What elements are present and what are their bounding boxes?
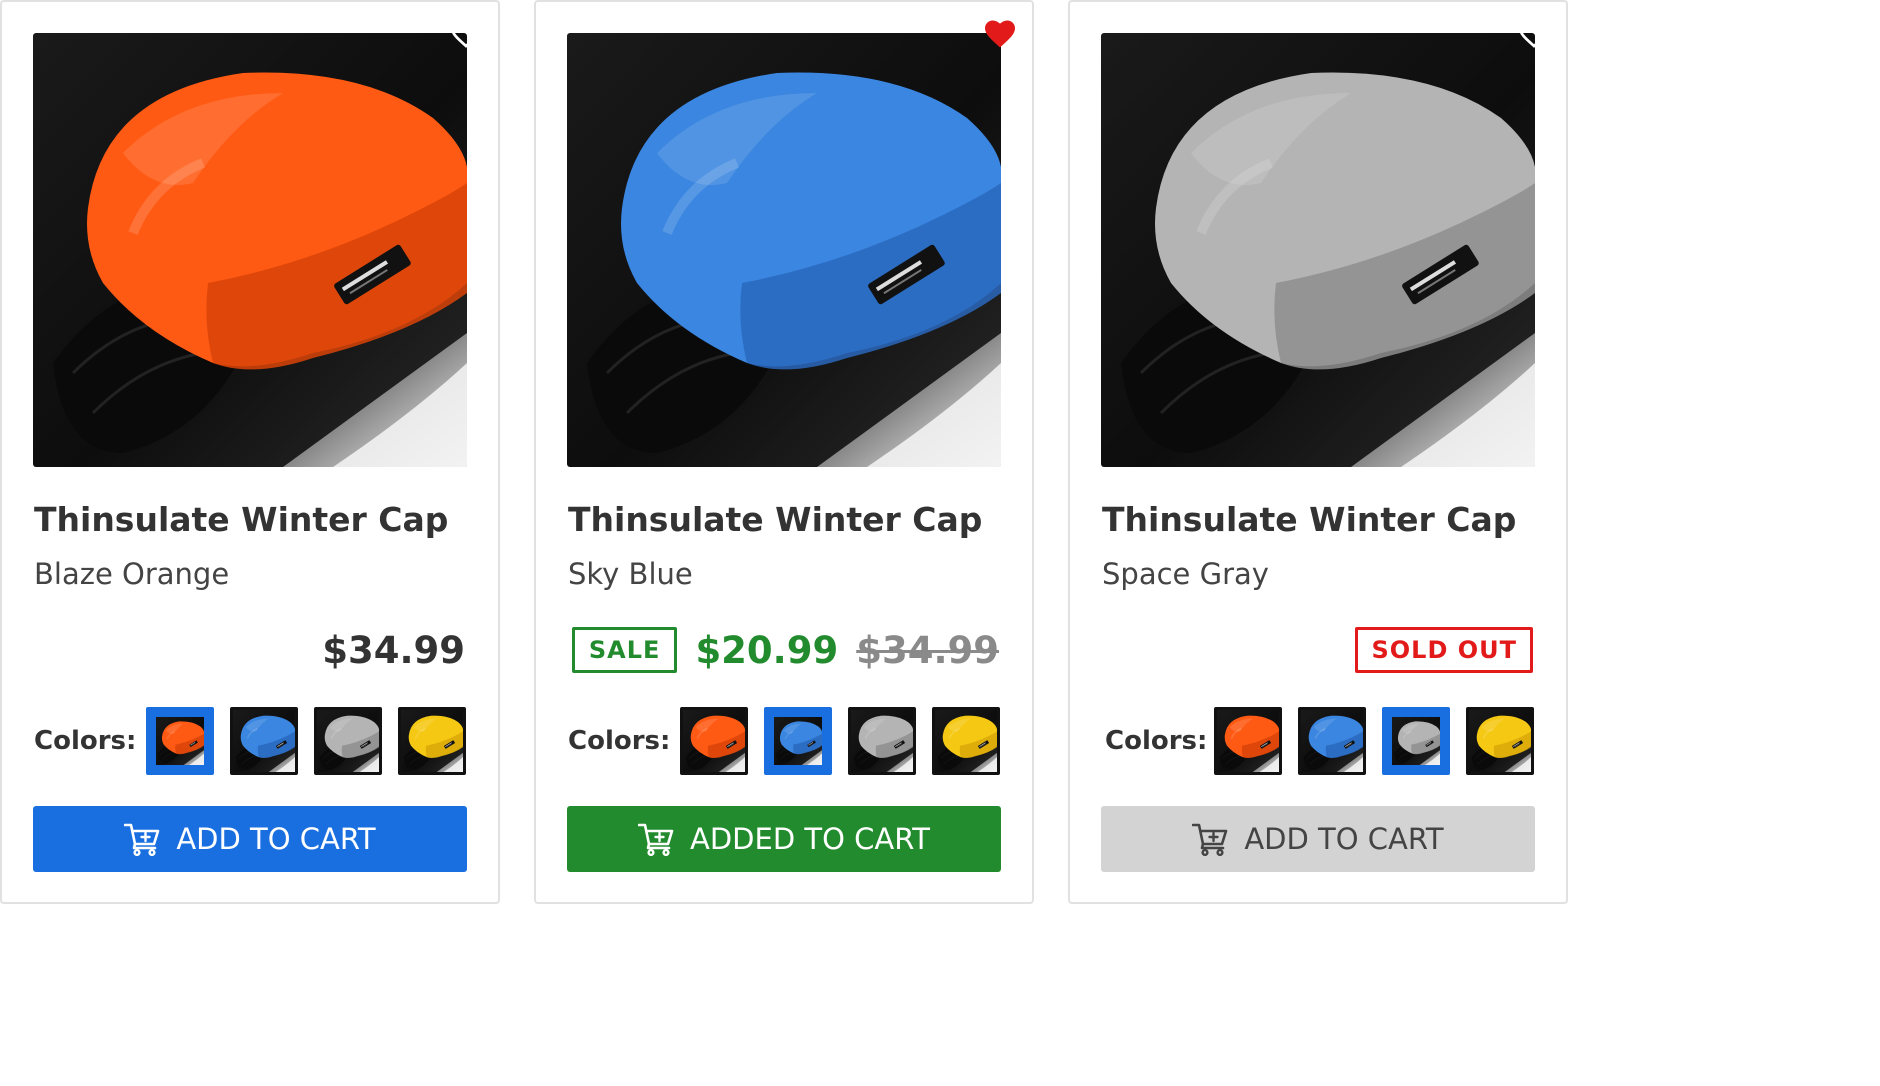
swatch-list xyxy=(680,707,1000,775)
heart-icon[interactable] xyxy=(982,16,1018,52)
color-swatch-sky-blue[interactable] xyxy=(230,707,298,775)
product-variant: Blaze Orange xyxy=(34,557,230,591)
swatch-list xyxy=(1214,707,1534,775)
color-swatch-space-gray[interactable] xyxy=(314,707,382,775)
cart-icon xyxy=(638,822,674,856)
product-title: Thinsulate Winter Cap xyxy=(1102,500,1517,539)
product-variant: Space Gray xyxy=(1102,557,1269,591)
color-swatch-blaze-orange[interactable] xyxy=(1214,707,1282,775)
product-card-sky-blue: Thinsulate Winter Cap Sky Blue SALE $20.… xyxy=(534,0,1034,904)
color-swatch-sky-blue[interactable] xyxy=(764,707,832,775)
add-to-cart-label: ADD TO CART xyxy=(1244,822,1444,856)
color-selector: Colors: xyxy=(34,706,466,776)
product-image[interactable] xyxy=(33,33,467,467)
swatch-list xyxy=(146,707,466,775)
sale-badge: SALE xyxy=(571,627,678,673)
price: $34.99 xyxy=(322,628,465,672)
add-to-cart-button[interactable]: ADD TO CART xyxy=(33,806,467,872)
sale-price: $20.99 xyxy=(695,628,839,672)
color-swatch-yellow[interactable] xyxy=(1466,707,1534,775)
product-variant: Sky Blue xyxy=(568,557,693,591)
color-selector: Colors: xyxy=(568,706,1000,776)
color-selector: Colors: xyxy=(1102,706,1534,776)
product-card-blaze-orange: Thinsulate Winter Cap Blaze Orange $34.9… xyxy=(0,0,500,904)
product-card-space-gray: Thinsulate Winter Cap Space Gray SOLD OU… xyxy=(1068,0,1568,904)
colors-label: Colors: xyxy=(1105,726,1208,756)
sold-out-badge: SOLD OUT xyxy=(1355,627,1533,673)
heart-icon[interactable] xyxy=(448,16,484,52)
price-row: $34.99 xyxy=(322,624,465,676)
original-price: $34.99 xyxy=(856,628,999,672)
product-image[interactable] xyxy=(567,33,1001,467)
color-swatch-space-gray[interactable] xyxy=(1382,707,1450,775)
cart-icon xyxy=(124,822,160,856)
heart-icon[interactable] xyxy=(1516,16,1552,52)
color-swatch-space-gray[interactable] xyxy=(848,707,916,775)
color-swatch-blaze-orange[interactable] xyxy=(146,707,214,775)
price-row: SALE $20.99 $34.99 xyxy=(571,624,999,676)
product-grid: Thinsulate Winter Cap Blaze Orange $34.9… xyxy=(0,0,1568,906)
colors-label: Colors: xyxy=(568,726,671,756)
add-to-cart-label: ADD TO CART xyxy=(176,822,376,856)
added-to-cart-label: ADDED TO CART xyxy=(690,822,930,856)
cart-icon xyxy=(1192,822,1228,856)
added-to-cart-button[interactable]: ADDED TO CART xyxy=(567,806,1001,872)
product-image[interactable] xyxy=(1101,33,1535,467)
price-row: SOLD OUT xyxy=(1355,624,1533,676)
add-to-cart-button-disabled[interactable]: ADD TO CART xyxy=(1101,806,1535,872)
color-swatch-sky-blue[interactable] xyxy=(1298,707,1366,775)
product-title: Thinsulate Winter Cap xyxy=(568,500,983,539)
colors-label: Colors: xyxy=(34,726,137,756)
product-title: Thinsulate Winter Cap xyxy=(34,500,449,539)
color-swatch-blaze-orange[interactable] xyxy=(680,707,748,775)
color-swatch-yellow[interactable] xyxy=(398,707,466,775)
color-swatch-yellow[interactable] xyxy=(932,707,1000,775)
